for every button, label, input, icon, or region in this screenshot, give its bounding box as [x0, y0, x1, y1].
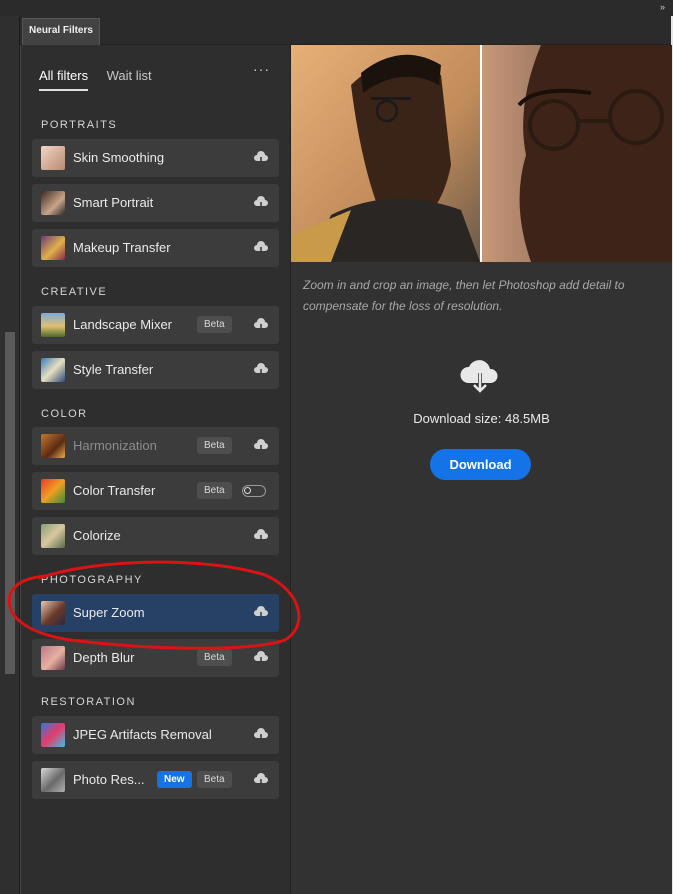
top-bar: » — [0, 0, 673, 16]
filter-landscape-mixer[interactable]: Landscape Mixer Beta — [32, 306, 279, 344]
filter-label: Photo Res... — [73, 772, 145, 787]
section-portraits: PORTRAITS — [41, 119, 118, 131]
filter-label: Harmonization — [73, 438, 157, 453]
download-size-text: Download size: 48.5MB — [413, 411, 550, 426]
filter-label: Depth Blur — [73, 650, 135, 665]
harmonization-thumbnail — [41, 434, 65, 458]
filter-list-sidebar: All filters Wait list ··· PORTRAITS Skin… — [21, 45, 291, 894]
filter-tabs: All filters Wait list — [39, 67, 166, 91]
filter-makeup-transfer[interactable]: Makeup Transfer — [32, 229, 279, 267]
filter-color-transfer[interactable]: Color Transfer Beta — [32, 472, 279, 510]
filter-smart-portrait[interactable]: Smart Portrait — [32, 184, 279, 222]
filter-preview-image — [291, 45, 672, 262]
toggle-knob — [244, 487, 251, 494]
beta-badge: Beta — [197, 649, 232, 666]
filter-label: JPEG Artifacts Removal — [73, 727, 212, 742]
cloud-download-icon[interactable] — [253, 362, 269, 378]
tab-wait-list[interactable]: Wait list — [107, 68, 152, 89]
depth-blur-thumbnail — [41, 646, 65, 670]
colorize-thumbnail — [41, 524, 65, 548]
photo-restoration-thumbnail — [41, 768, 65, 792]
more-options-icon[interactable]: ··· — [253, 61, 270, 77]
cloud-download-icon[interactable] — [253, 727, 269, 743]
tab-all-filters[interactable]: All filters — [39, 68, 89, 91]
filter-description: Zoom in and crop an image, then let Phot… — [303, 278, 625, 313]
filter-jpeg-artifacts-removal[interactable]: JPEG Artifacts Removal — [32, 716, 279, 754]
cloud-download-icon[interactable] — [253, 438, 269, 454]
section-creative: CREATIVE — [41, 286, 108, 298]
cloud-download-icon[interactable] — [253, 240, 269, 256]
beta-badge: Beta — [197, 316, 232, 333]
before-after-portrait — [291, 45, 672, 262]
cloud-download-icon[interactable] — [253, 150, 269, 166]
cloud-download-icon[interactable] — [253, 195, 269, 211]
section-photography: PHOTOGRAPHY — [41, 574, 143, 586]
tab-neural-filters[interactable]: Neural Filters — [22, 18, 100, 45]
landscape-mixer-thumbnail — [41, 313, 65, 337]
color-transfer-toggle[interactable] — [242, 485, 266, 497]
super-zoom-thumbnail — [41, 601, 65, 625]
filter-label: Color Transfer — [73, 483, 156, 498]
cloud-download-icon[interactable] — [253, 772, 269, 788]
section-color: COLOR — [41, 408, 88, 420]
filter-skin-smoothing[interactable]: Skin Smoothing — [32, 139, 279, 177]
filter-label: Style Transfer — [73, 362, 154, 377]
filter-label: Landscape Mixer — [73, 317, 172, 332]
beta-badge: Beta — [197, 482, 232, 499]
filter-photo-restoration[interactable]: Photo Res... New Beta — [32, 761, 279, 799]
makeup-transfer-thumbnail — [41, 236, 65, 260]
scrollbar-thumb[interactable] — [5, 332, 15, 674]
new-badge: New — [157, 771, 192, 788]
jpeg-artifacts-thumbnail — [41, 723, 65, 747]
filter-colorize[interactable]: Colorize — [32, 517, 279, 555]
section-restoration: RESTORATION — [41, 696, 136, 708]
filter-label: Smart Portrait — [73, 195, 154, 210]
filter-harmonization[interactable]: Harmonization Beta — [32, 427, 279, 465]
cloud-download-icon[interactable] — [253, 317, 269, 333]
filter-label: Super Zoom — [73, 605, 145, 620]
beta-badge: Beta — [197, 771, 232, 788]
smart-portrait-thumbnail — [41, 191, 65, 215]
skin-smoothing-thumbnail — [41, 146, 65, 170]
left-scrollbar[interactable] — [0, 16, 20, 894]
panel-tab-bar: Neural Filters — [20, 16, 671, 45]
cloud-download-icon[interactable] — [253, 650, 269, 666]
filter-super-zoom[interactable]: Super Zoom — [32, 594, 279, 632]
neural-filters-panel: All filters Wait list ··· PORTRAITS Skin… — [20, 45, 672, 894]
download-button[interactable]: Download — [430, 449, 531, 480]
beta-badge: Beta — [197, 437, 232, 454]
filter-depth-blur[interactable]: Depth Blur Beta — [32, 639, 279, 677]
cloud-download-large-icon — [460, 360, 498, 396]
filter-label: Makeup Transfer — [73, 240, 171, 255]
filter-label: Colorize — [73, 528, 121, 543]
color-transfer-thumbnail — [41, 479, 65, 503]
style-transfer-thumbnail — [41, 358, 65, 382]
filter-style-transfer[interactable]: Style Transfer — [32, 351, 279, 389]
cloud-download-icon[interactable] — [253, 605, 269, 621]
cloud-download-icon[interactable] — [253, 528, 269, 544]
collapse-panels-icon[interactable]: » — [660, 2, 665, 12]
filter-label: Skin Smoothing — [73, 150, 165, 165]
